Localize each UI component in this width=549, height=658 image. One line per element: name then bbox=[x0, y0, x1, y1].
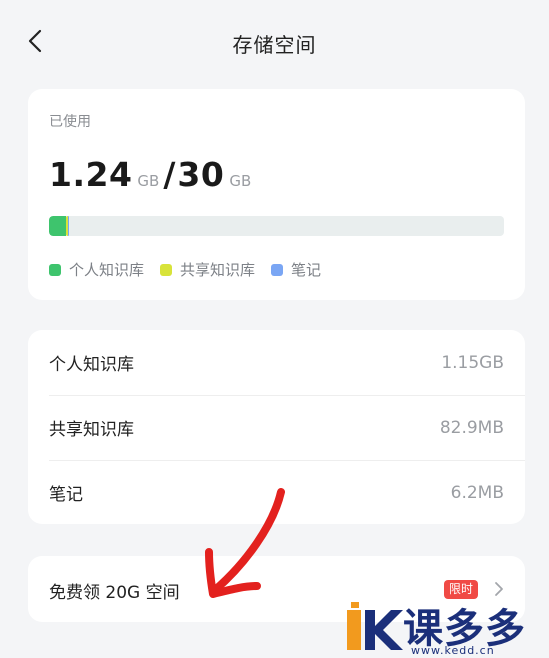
storage-progress-bar bbox=[49, 216, 504, 236]
row-value: 1.15GB bbox=[441, 352, 504, 373]
list-item-shared[interactable]: 共享知识库 82.9MB bbox=[28, 395, 525, 460]
used-unit: GB bbox=[137, 172, 160, 190]
legend-label: 笔记 bbox=[291, 261, 322, 279]
watermark: 课多多 www.kedd.cn bbox=[345, 596, 549, 658]
promo-text: 免费领 20G 空间 bbox=[49, 583, 180, 603]
legend-label: 共享知识库 bbox=[180, 261, 256, 279]
usage-card: 已使用 1.24 GB / 30 GB 个人知识库 共享知识库 笔记 bbox=[28, 89, 525, 300]
progress-fill-personal bbox=[49, 216, 67, 236]
watermark-url: www.kedd.cn bbox=[411, 644, 495, 657]
used-value: 1.24 bbox=[49, 155, 133, 194]
usage-separator: / bbox=[163, 155, 176, 194]
storage-legend: 个人知识库 共享知识库 笔记 bbox=[49, 259, 337, 280]
list-item-personal[interactable]: 个人知识库 1.15GB bbox=[28, 330, 525, 395]
red-hand-drawn-arrow-icon bbox=[205, 488, 285, 598]
legend-dot bbox=[271, 263, 284, 276]
legend-item-notes: 笔记 bbox=[271, 259, 321, 280]
total-value: 30 bbox=[177, 155, 225, 194]
row-value: 6.2MB bbox=[450, 482, 504, 503]
total-unit: GB bbox=[229, 172, 252, 190]
usage-summary: 1.24 GB / 30 GB bbox=[49, 155, 255, 194]
legend-label: 个人知识库 bbox=[69, 261, 145, 279]
row-name: 笔记 bbox=[49, 485, 83, 505]
page-title: 存储空间 bbox=[232, 33, 317, 57]
chevron-right-icon bbox=[495, 582, 503, 596]
legend-item-shared: 共享知识库 bbox=[160, 259, 255, 280]
row-name: 个人知识库 bbox=[49, 355, 134, 375]
row-name: 共享知识库 bbox=[49, 420, 134, 440]
top-bar: 存储空间 bbox=[0, 0, 549, 84]
legend-dot bbox=[49, 263, 61, 276]
row-value: 82.9MB bbox=[439, 417, 504, 438]
legend-item-personal: 个人知识库 bbox=[49, 259, 144, 280]
used-label: 已使用 bbox=[49, 114, 91, 130]
legend-dot bbox=[160, 263, 173, 276]
k-logo-icon bbox=[347, 602, 403, 650]
